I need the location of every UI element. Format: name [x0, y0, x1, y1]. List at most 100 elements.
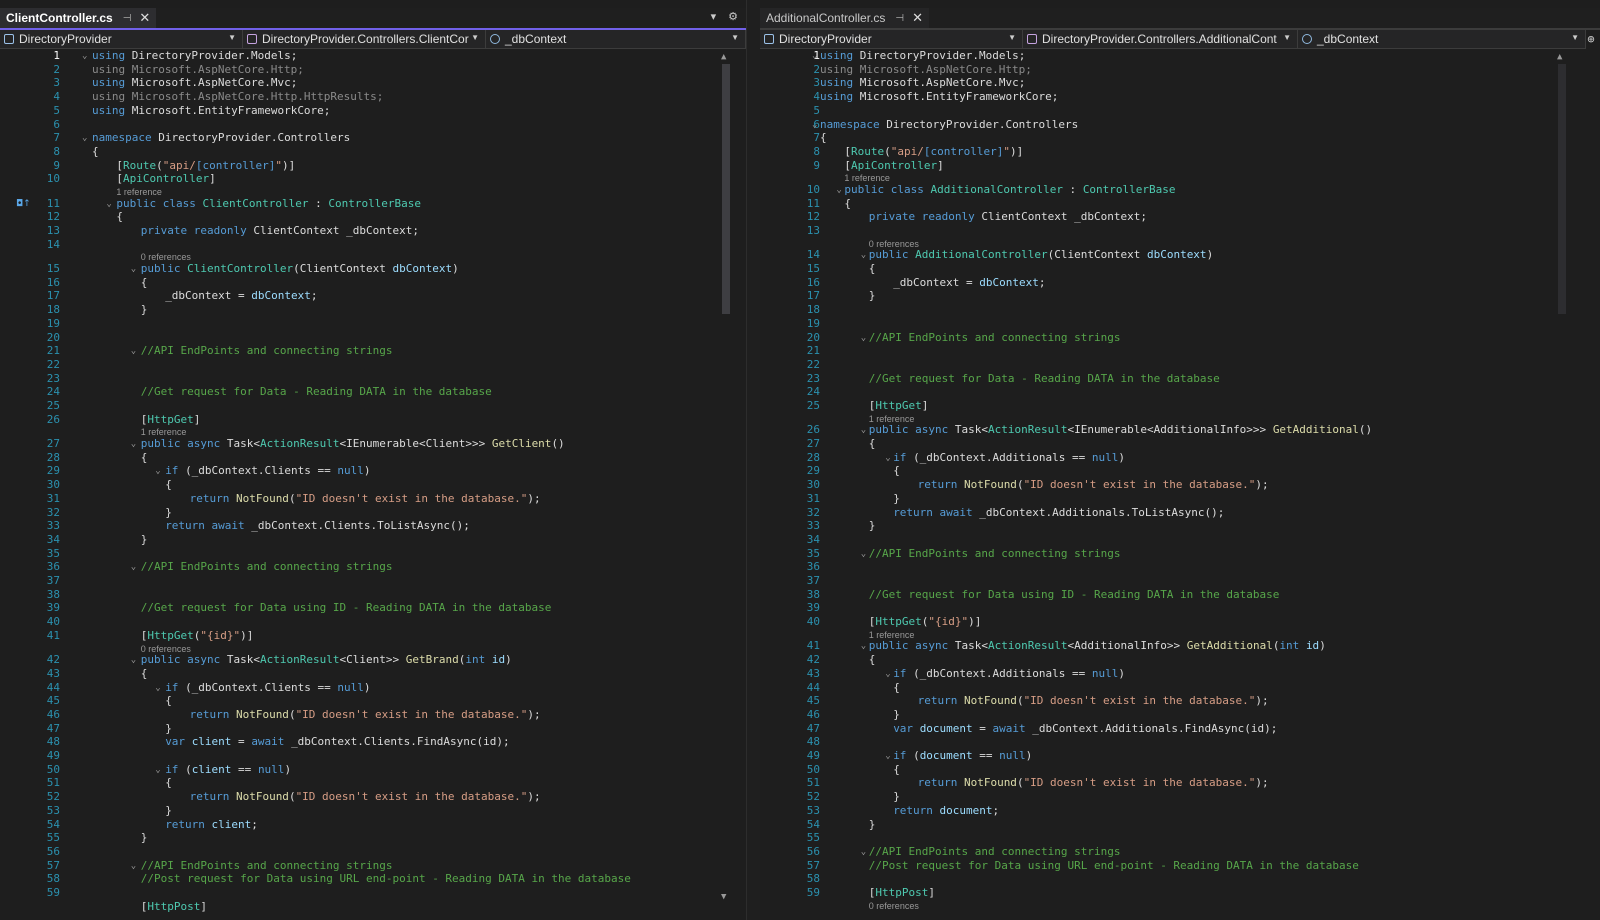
code-line[interactable]: 56 [0, 845, 760, 859]
code-line[interactable]: 12 { [0, 210, 760, 224]
vertical-scrollbar[interactable]: ▲ ▼ [720, 52, 732, 902]
tab-additional-controller[interactable]: AdditionalController.cs ⊣ ✕ [760, 8, 930, 28]
code-line[interactable]: 16 { [0, 276, 760, 290]
code-line[interactable]: 3 using Microsoft.AspNetCore.Mvc; [760, 76, 1600, 90]
code-line[interactable]: 43 ⌄ if (_dbContext.Additionals == null) [760, 667, 1600, 681]
code-line[interactable]: 40 [HttpGet("{id}")] [760, 615, 1600, 629]
code-line[interactable]: 45 return NotFound("ID doesn't exist in t… [760, 694, 1600, 708]
pin-icon[interactable]: ⊣ [123, 13, 132, 24]
code-line[interactable]: 11 { [760, 197, 1600, 211]
code-line[interactable]: 33 return await _dbContext.Clients.ToList… [0, 519, 760, 533]
codelens-references[interactable]: 1 reference [869, 630, 915, 640]
code-line[interactable]: 59 [HttpPost] [760, 886, 1600, 900]
code-line[interactable]: 45 { [0, 694, 760, 708]
code-line[interactable]: 10 [ApiController] [0, 172, 760, 186]
code-line[interactable]: 20 ⌄//API EndPoints and connecting string… [760, 331, 1600, 345]
code-line[interactable]: 30 { [0, 478, 760, 492]
code-line[interactable]: 25 [HttpGet] [760, 399, 1600, 413]
scroll-down-icon[interactable]: ▼ [721, 892, 726, 902]
fold-toggle-icon[interactable]: ⌄ [885, 667, 890, 681]
code-line[interactable]: 27 ⌄ public async Task<ActionResult<IEnume… [0, 437, 760, 451]
chevron-down-icon[interactable]: ▾ [711, 10, 717, 23]
code-line[interactable]: 36 [760, 560, 1600, 574]
scroll-up-icon[interactable]: ▲ [1557, 52, 1562, 62]
fold-toggle-icon[interactable]: ⌄ [82, 49, 87, 63]
code-line[interactable]: 9 [Route("api/[controller]")] [0, 159, 760, 173]
fold-toggle-icon[interactable]: ⌄ [131, 437, 136, 451]
code-line[interactable]: 24 [760, 385, 1600, 399]
code-line[interactable]: 33} [760, 519, 1600, 533]
code-line[interactable]: 22 [0, 358, 760, 372]
code-line[interactable]: 20 [0, 331, 760, 345]
codelens-references[interactable]: 0 references [869, 239, 919, 249]
code-line[interactable]: 9 [ApiController] [760, 159, 1600, 173]
code-line[interactable]: 4 using Microsoft.AspNetCore.Http.HttpRes… [0, 90, 760, 104]
fold-toggle-icon[interactable]: ⌄ [861, 331, 866, 345]
code-line[interactable]: 21 [760, 344, 1600, 358]
code-line[interactable]: 34} [0, 533, 760, 547]
fold-toggle-icon[interactable]: ⌄ [812, 118, 817, 132]
member-dropdown[interactable]: _dbContext ▼ [486, 30, 746, 48]
code-line[interactable]: [HttpPost] [0, 900, 760, 914]
fold-toggle-icon[interactable]: ⌄ [812, 49, 817, 63]
code-line[interactable]: 56 ⌄//API EndPoints and connecting string… [760, 845, 1600, 859]
fold-toggle-icon[interactable]: ⌄ [861, 547, 866, 561]
code-line[interactable]: 44 { [760, 681, 1600, 695]
fold-toggle-icon[interactable]: ⌄ [861, 423, 866, 437]
scrollbar-thumb[interactable] [722, 64, 730, 314]
code-line[interactable]: 54 return client; [0, 818, 760, 832]
project-dropdown[interactable]: DirectoryProvider ▼ [760, 30, 1023, 48]
code-line[interactable]: 17} [760, 289, 1600, 303]
fold-toggle-icon[interactable]: ⌄ [131, 560, 136, 574]
code-line[interactable]: 47} [0, 722, 760, 736]
code-line[interactable]: 14 ⌄ public AdditionalController(ClientCon… [760, 248, 1600, 262]
code-line[interactable]: 39 //Get request for Data using ID - Read… [0, 601, 760, 615]
code-line[interactable]: 46} [760, 708, 1600, 722]
code-line[interactable]: 6 ⌄ namespace DirectoryProvider.Controller… [760, 118, 1600, 132]
code-line[interactable]: 53 return document; [760, 804, 1600, 818]
fold-toggle-icon[interactable]: ⌄ [106, 197, 111, 211]
codelens-references[interactable]: 0 references [869, 901, 919, 911]
tab-client-controller[interactable]: ClientController.cs ⊣ ✕ [0, 8, 157, 28]
code-line[interactable]: 5 using Microsoft.EntityFrameworkCore; [0, 104, 760, 118]
fold-toggle-icon[interactable]: ⌄ [155, 681, 160, 695]
project-dropdown[interactable]: DirectoryProvider ▼ [0, 30, 243, 48]
code-line[interactable]: 42 { [760, 653, 1600, 667]
vertical-scrollbar[interactable]: ▲ [1556, 52, 1568, 902]
code-line[interactable]: 43 { [0, 667, 760, 681]
code-line[interactable]: 57 ⌄ //API EndPoints and connecting string… [0, 859, 760, 873]
codelens-references[interactable]: 1 reference [869, 414, 915, 424]
code-line[interactable]: 26 [HttpGet] [0, 413, 760, 427]
fold-toggle-icon[interactable]: ⌄ [131, 859, 136, 873]
code-line[interactable]: 51 return NotFound("ID doesn't exist in t… [760, 776, 1600, 790]
code-editor[interactable]: 1 ⌄ using DirectoryProvider.Models; 2 using … [0, 49, 760, 920]
code-line[interactable]: 55 [760, 831, 1600, 845]
code-line[interactable]: 28 { [0, 451, 760, 465]
code-line[interactable]: 15 ⌄ public ClientController(ClientContext… [0, 262, 760, 276]
pane-splitter[interactable] [746, 0, 761, 920]
code-line[interactable]: 32} [0, 506, 760, 520]
code-line[interactable]: 23 //Get request for Data - Reading DATA … [760, 372, 1600, 386]
code-line[interactable]: 7 ⌄ namespace DirectoryProvider.Controller… [0, 131, 760, 145]
code-line[interactable]: 3 using Microsoft.AspNetCore.Mvc; [0, 76, 760, 90]
code-line[interactable]: 49 ⌄ if (document == null) [760, 749, 1600, 763]
code-line[interactable]: 1 ⌄ using DirectoryProvider.Models; [760, 49, 1600, 63]
code-line[interactable]: 37 [760, 574, 1600, 588]
code-line[interactable]: 31} [760, 492, 1600, 506]
split-view-icon[interactable]: ⊕ [1582, 30, 1600, 48]
fold-toggle-icon[interactable]: ⌄ [155, 464, 160, 478]
code-line[interactable]: 1 ⌄ using DirectoryProvider.Models; [0, 49, 760, 63]
fold-toggle-icon[interactable]: ⌄ [131, 344, 136, 358]
code-line[interactable]: 42 ⌄ public async Task<ActionResult<Client… [0, 653, 760, 667]
code-line[interactable]: 10 ⌄ public class AdditionalController : C… [760, 183, 1600, 197]
codelens-references[interactable]: 1 reference [844, 173, 890, 183]
code-line[interactable]: 55} [0, 831, 760, 845]
inheritance-glyph-icon[interactable]: ◘↑ [16, 197, 31, 211]
member-dropdown[interactable]: _dbContext ▼ [1298, 30, 1586, 48]
code-line[interactable]: 50 ⌄ if (client == null) [0, 763, 760, 777]
code-line[interactable]: 58 //Post request for Data using URL end-… [0, 872, 760, 886]
codelens-references[interactable]: 1 reference [116, 187, 162, 197]
code-line[interactable]: 52} [760, 790, 1600, 804]
fold-toggle-icon[interactable]: ⌄ [836, 183, 841, 197]
fold-toggle-icon[interactable]: ⌄ [861, 639, 866, 653]
